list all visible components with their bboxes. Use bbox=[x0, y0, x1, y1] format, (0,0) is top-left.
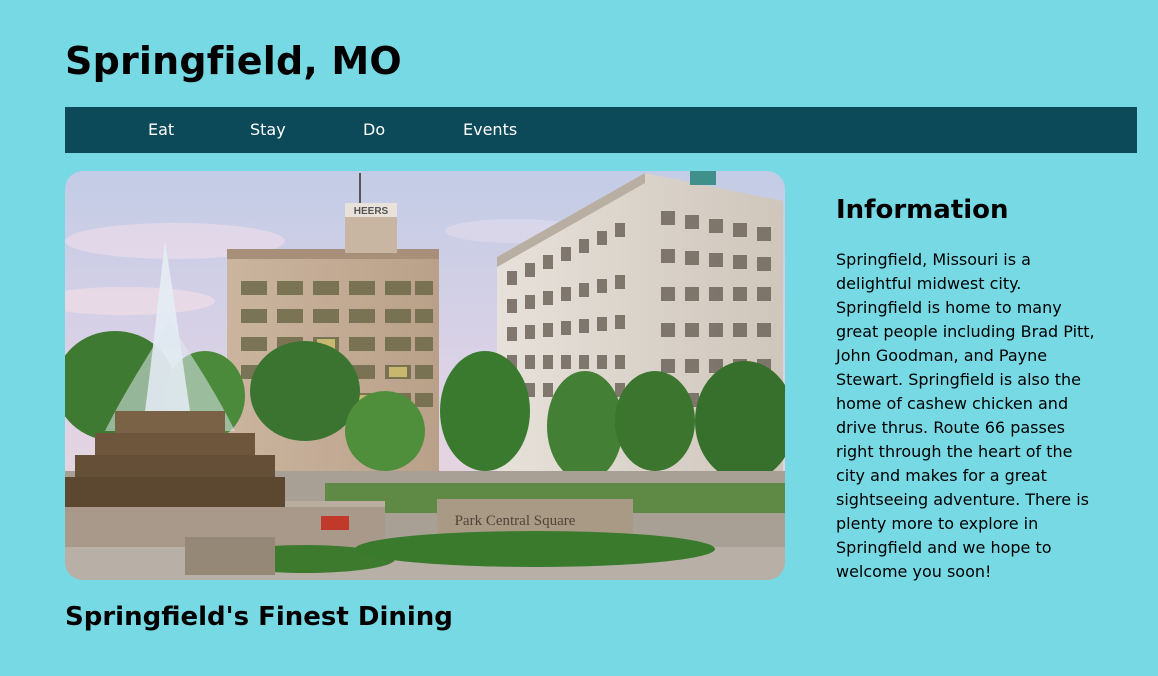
nav-item-eat[interactable]: Eat bbox=[148, 120, 174, 140]
information-text: Springfield, Missouri is a delightful mi… bbox=[836, 250, 1095, 581]
information-panel: Information Springfield, Missouri is a d… bbox=[836, 192, 1098, 584]
nav-item-events[interactable]: Events bbox=[463, 120, 517, 140]
nav-item-do[interactable]: Do bbox=[363, 120, 385, 140]
section-heading-dining: Springfield's Finest Dining bbox=[65, 602, 453, 632]
svg-text:Park Central Square: Park Central Square bbox=[455, 513, 576, 529]
hero-image-park-central-square: HEERS Park Central Square bbox=[65, 171, 785, 580]
heers-sign: HEERS bbox=[354, 206, 389, 217]
site-title: Springfield, MO bbox=[65, 39, 402, 83]
main-nav: Eat Stay Do Events bbox=[65, 107, 1137, 153]
nav-item-stay[interactable]: Stay bbox=[250, 120, 286, 140]
information-title: Information bbox=[836, 195, 1009, 225]
